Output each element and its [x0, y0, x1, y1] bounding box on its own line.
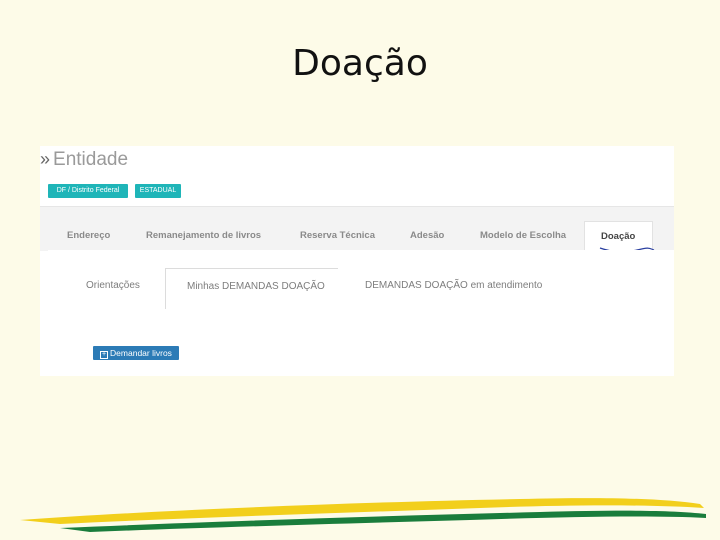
tab-modelo-escolha[interactable]: Modelo de Escolha [480, 230, 566, 241]
slide-title: Doação [292, 43, 428, 84]
subtab-minhas-demandas[interactable]: Minhas DEMANDAS DOAÇÃO [165, 268, 338, 309]
subtab-demandas-atendimento[interactable]: DEMANDAS DOAÇÃO em atendimento [365, 280, 542, 291]
app-screenshot: » Entidade DF / Distrito Federal ESTADUAL… [40, 146, 674, 376]
demand-books-label: Demandar livros [110, 348, 172, 358]
flag-stripes-decoration [20, 498, 706, 532]
subtab-minhas-demandas-label: Minhas DEMANDAS DOAÇÃO [187, 281, 325, 292]
tab-reserva-tecnica[interactable]: Reserva Técnica [300, 230, 375, 241]
doacao-panel: Orientações Minhas DEMANDAS DOAÇÃO DEMAN… [48, 250, 674, 376]
double-chevron-icon: » [40, 149, 51, 169]
plus-square-icon: + [100, 351, 109, 359]
tab-endereco[interactable]: Endereço [67, 230, 110, 241]
tab-doacao-label: Doação [601, 231, 636, 242]
tab-remanejamento[interactable]: Remanejamento de livros [146, 230, 261, 241]
tab-doacao[interactable]: Doação [584, 221, 655, 253]
location-badge[interactable]: DF / Distrito Federal [48, 184, 128, 198]
main-tabs: Endereço Remanejamento de livros Reserva… [40, 206, 674, 253]
subtab-orientacoes[interactable]: Orientações [86, 280, 140, 291]
entity-title: Entidade [53, 149, 129, 170]
entity-heading: » Entidade [40, 146, 128, 174]
demand-books-button[interactable]: + Demandar livros [93, 346, 179, 360]
tab-adesao[interactable]: Adesão [410, 230, 444, 241]
level-badge[interactable]: ESTADUAL [135, 184, 181, 198]
